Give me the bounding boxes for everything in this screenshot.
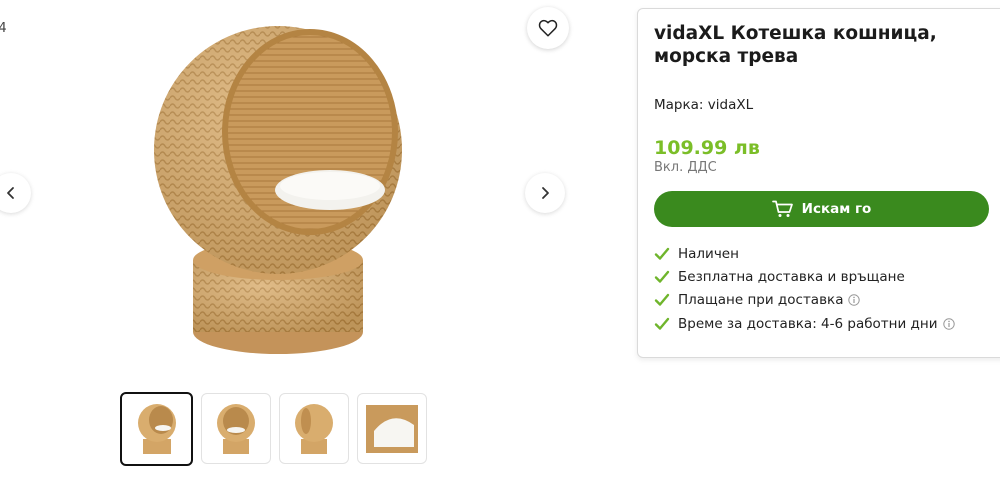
product-image bbox=[154, 26, 402, 354]
feature-item: Плащане при доставка bbox=[654, 289, 955, 312]
feature-item: Време за доставка: 4-6 работни дни bbox=[654, 312, 955, 335]
product-thumbnail bbox=[217, 403, 255, 454]
product-brand: Марка: vidaXL bbox=[654, 97, 754, 113]
check-icon bbox=[654, 270, 670, 283]
image-counter: /4 bbox=[0, 21, 7, 36]
thumbnail-strip bbox=[120, 392, 427, 466]
check-icon bbox=[654, 317, 670, 330]
feature-label: Безплатна доставка и връщане bbox=[678, 268, 905, 285]
product-title: vidaXL Котешка кошница, морска трева bbox=[654, 23, 937, 67]
thumbnail-4[interactable] bbox=[357, 393, 427, 464]
chevron-left-icon bbox=[7, 187, 14, 199]
feature-item: Наличен bbox=[654, 242, 955, 265]
product-price: 109.99 лв bbox=[654, 137, 760, 159]
product-info-panel: vidaXL Котешка кошница, морска трева Мар… bbox=[637, 8, 1000, 358]
add-to-cart-button[interactable]: Искам го bbox=[654, 191, 989, 227]
feature-list: Наличен Безплатна доставка и връщане Пла… bbox=[654, 242, 955, 335]
vat-note: Вкл. ДДС bbox=[654, 160, 717, 175]
feature-label: Наличен bbox=[678, 245, 739, 262]
check-icon bbox=[654, 247, 670, 260]
feature-label: Време за доставка: 4-6 работни дни bbox=[678, 315, 938, 332]
cart-icon bbox=[771, 200, 793, 217]
info-icon[interactable] bbox=[848, 294, 861, 306]
feature-label: Плащане при доставка bbox=[678, 292, 844, 309]
add-to-cart-label: Искам го bbox=[801, 201, 872, 217]
next-image-button[interactable] bbox=[525, 173, 565, 213]
feature-item: Безплатна доставка и връщане bbox=[654, 265, 955, 288]
thumbnail-3[interactable] bbox=[279, 393, 349, 464]
previous-image-button[interactable] bbox=[0, 173, 31, 213]
product-thumbnail bbox=[366, 404, 418, 453]
check-icon bbox=[654, 294, 670, 306]
info-icon[interactable] bbox=[942, 317, 955, 330]
thumbnail-2[interactable] bbox=[201, 393, 271, 464]
product-thumbnail bbox=[295, 403, 333, 454]
heart-icon bbox=[538, 19, 558, 37]
favorite-button[interactable] bbox=[527, 7, 569, 49]
chevron-right-icon bbox=[542, 187, 549, 199]
thumbnail-1[interactable] bbox=[120, 392, 193, 466]
product-thumbnail bbox=[137, 404, 176, 454]
